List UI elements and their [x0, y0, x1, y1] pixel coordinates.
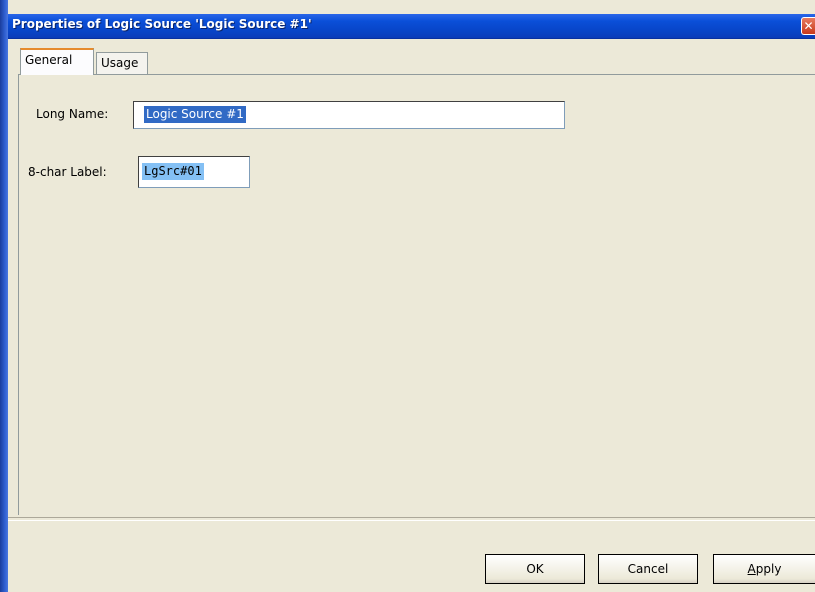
apply-accelerator: A — [747, 562, 756, 576]
label8-input[interactable]: LgSrc#01 — [138, 156, 250, 188]
ok-button[interactable]: OK — [485, 554, 585, 584]
label8-label: 8-char Label: — [28, 165, 107, 179]
long-name-value: Logic Source #1 — [144, 106, 246, 123]
window-title: Properties of Logic Source 'Logic Source… — [12, 17, 312, 31]
title-bar[interactable]: Properties of Logic Source 'Logic Source… — [8, 14, 815, 39]
label8-value: LgSrc#01 — [142, 163, 204, 180]
close-icon[interactable]: ✕ — [801, 17, 815, 35]
properties-dialog: Properties of Logic Source 'Logic Source… — [0, 0, 815, 592]
apply-label-rest: pply — [755, 562, 782, 576]
cancel-button[interactable]: Cancel — [598, 554, 698, 584]
button-separator — [8, 517, 815, 521]
apply-button[interactable]: Apply — [713, 554, 815, 584]
tab-usage[interactable]: Usage — [96, 52, 148, 74]
long-name-label: Long Name: — [36, 107, 109, 121]
tab-panel-general — [18, 74, 815, 515]
tab-general[interactable]: General — [20, 48, 94, 75]
long-name-input[interactable]: Logic Source #1 — [133, 101, 565, 129]
window-left-edge — [0, 0, 8, 592]
